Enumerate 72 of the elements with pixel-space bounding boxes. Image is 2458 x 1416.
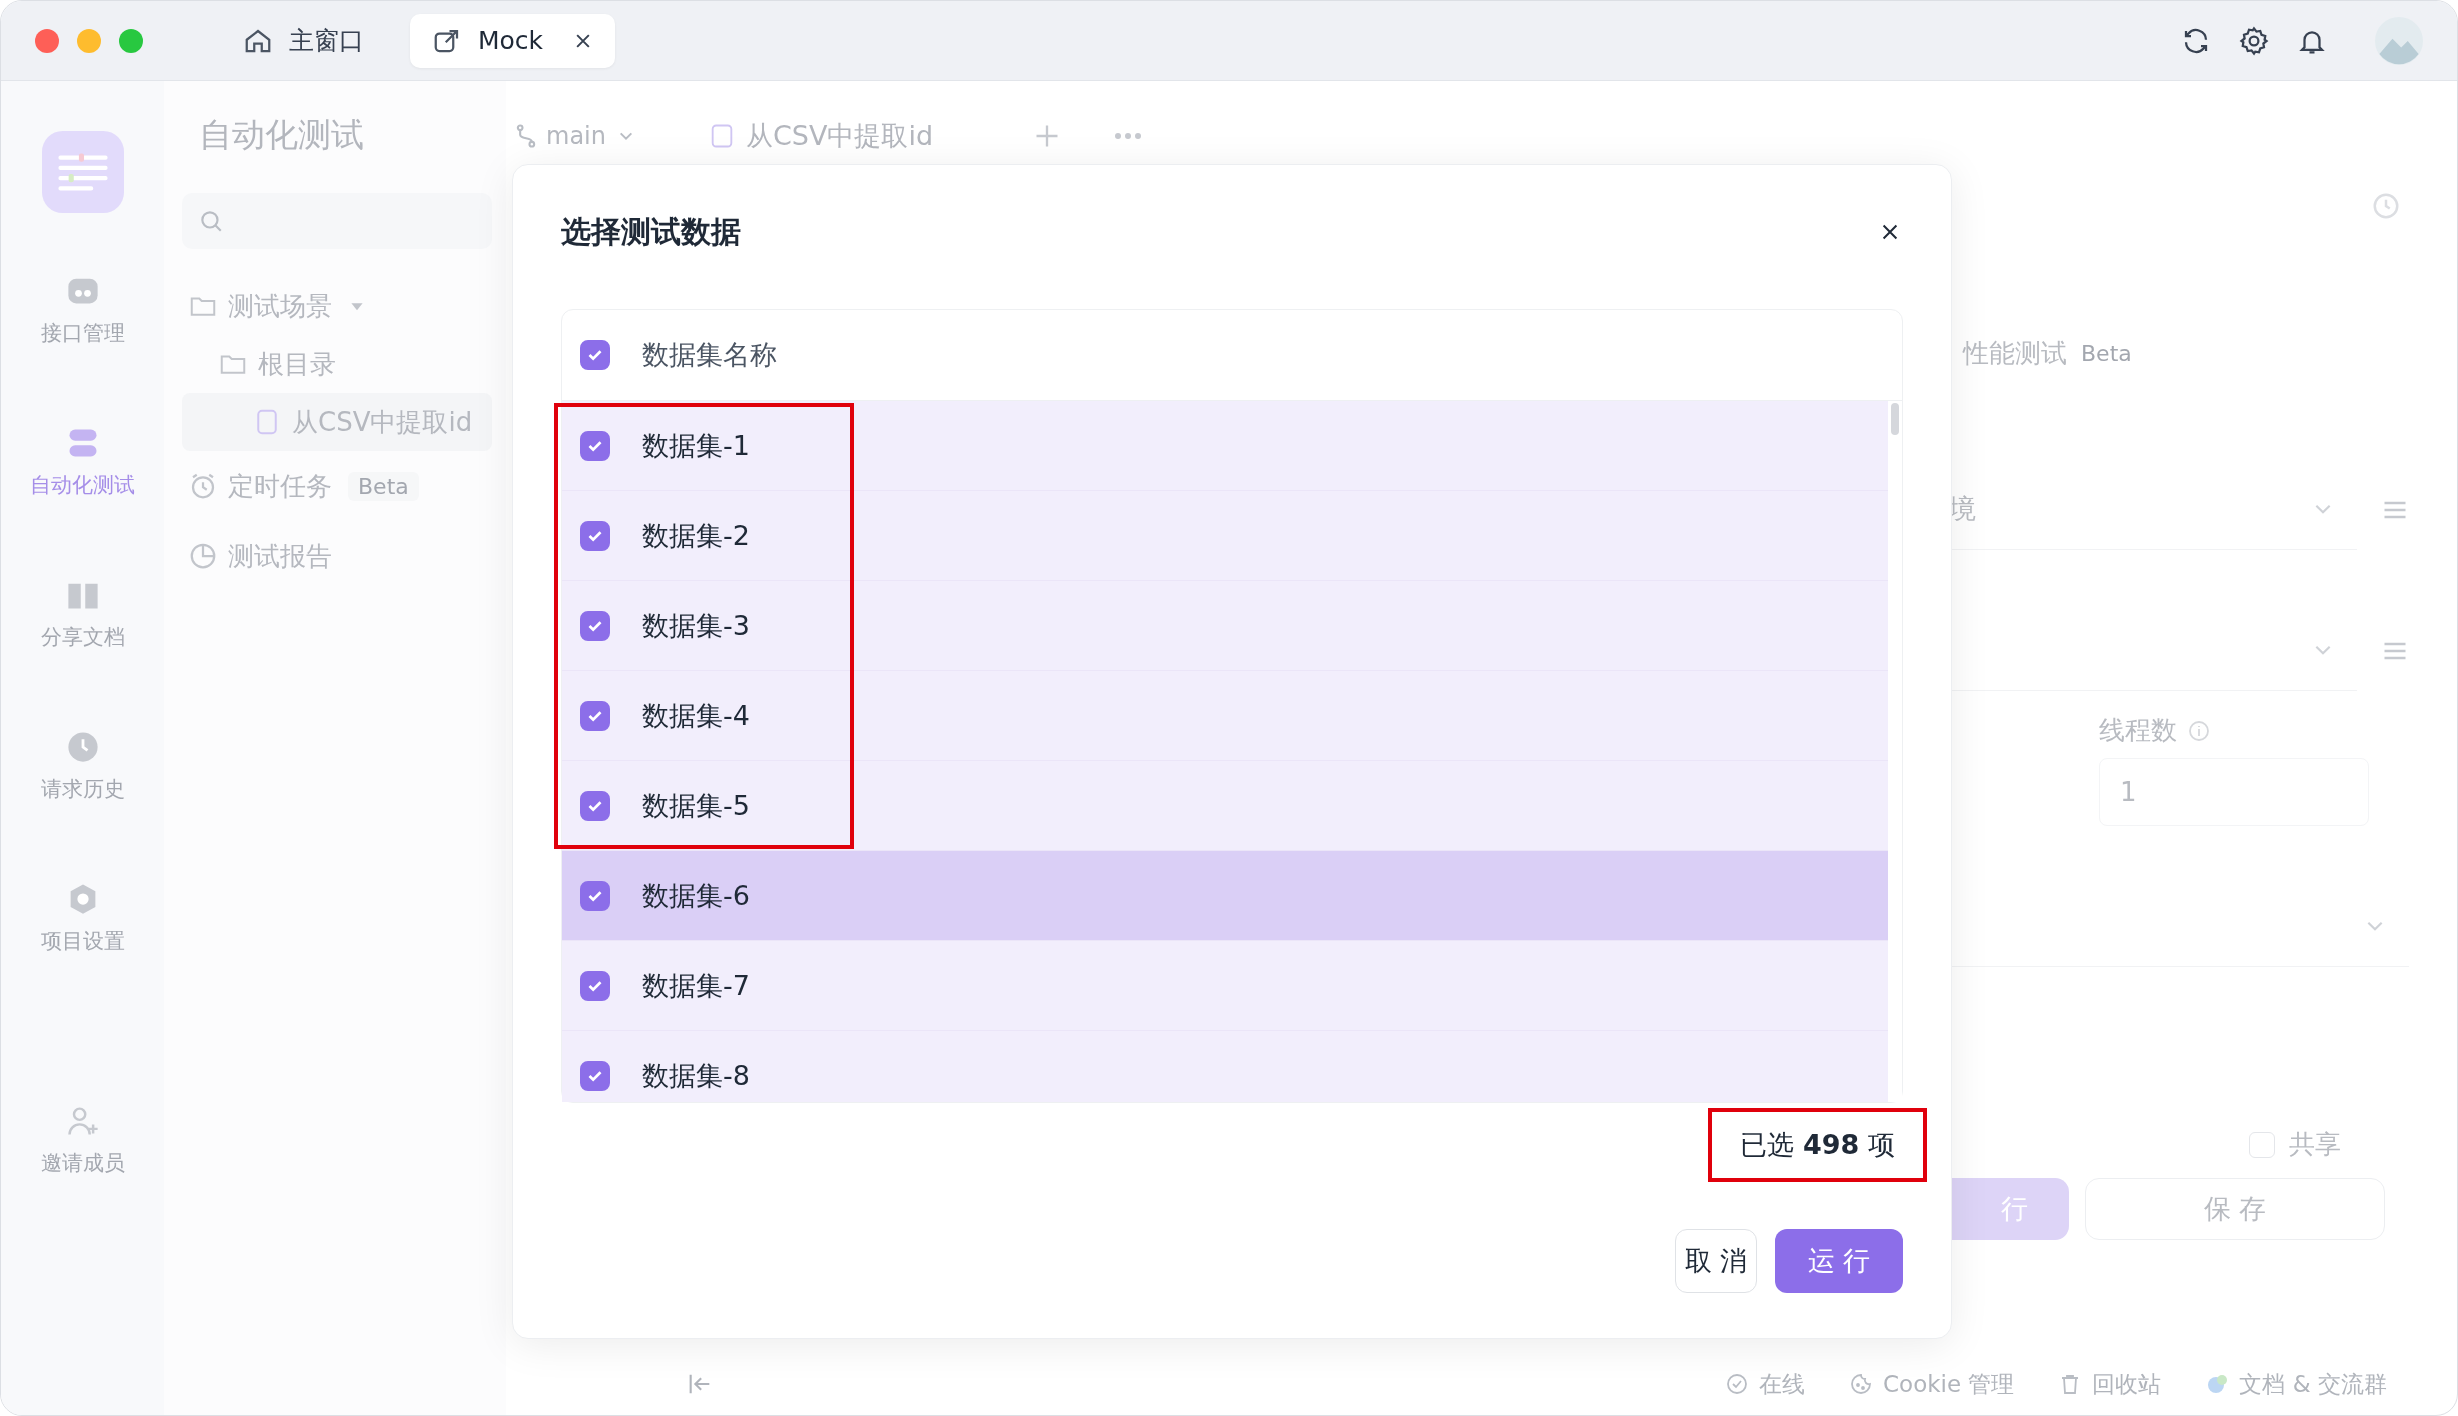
tree-folder-item[interactable]: 根目录 — [182, 335, 492, 393]
row-checkbox[interactable] — [580, 790, 610, 821]
row-label: 数据集-5 — [642, 788, 750, 823]
table-row[interactable]: 数据集-3 — [562, 581, 1888, 671]
dialog-title: 选择测试数据 — [561, 212, 741, 251]
settings-icon[interactable] — [2239, 25, 2269, 56]
table-row[interactable]: 数据集-1 — [562, 401, 1888, 491]
window-tab[interactable]: Mock — [410, 13, 616, 68]
select-all-checkbox[interactable] — [580, 340, 610, 370]
thread-count-field[interactable]: 1 — [2099, 758, 2369, 826]
rail-nav-item[interactable]: 接口管理 — [40, 273, 125, 347]
sidebar-nav-item[interactable]: 测试报告 — [182, 521, 492, 591]
tree-folder-item[interactable]: 测试场景 — [182, 277, 492, 335]
branch-selector[interactable]: main — [512, 122, 634, 150]
row-label: 数据集-6 — [642, 878, 750, 913]
window-tab[interactable]: 主窗口 — [221, 13, 386, 68]
cancel-button[interactable]: 取 消 — [1675, 1229, 1757, 1293]
selected-count: 已选 498 项 — [1740, 1128, 1895, 1162]
row-checkbox[interactable] — [580, 1060, 610, 1091]
row-checkbox[interactable] — [580, 610, 610, 641]
sidebar-nav-item[interactable]: 定时任务 Beta — [182, 451, 492, 521]
search-icon — [198, 208, 224, 234]
editor-tab[interactable]: 从CSV中提取id — [707, 118, 934, 154]
beta-label: Beta — [2081, 341, 2132, 366]
row-label: 数据集-2 — [642, 518, 750, 553]
row-label: 数据集-3 — [642, 608, 750, 643]
search-field[interactable] — [182, 193, 492, 249]
checkbox-label: 共享 — [2289, 1128, 2341, 1161]
status-bar-item[interactable]: 文档 & 交流群 — [2205, 1368, 2387, 1400]
column-header: 数据集名称 — [642, 338, 777, 372]
table-row[interactable]: 数据集-6 — [562, 851, 1888, 941]
check-circle-icon — [1725, 1372, 1750, 1396]
row-checkbox[interactable] — [580, 880, 610, 911]
table-row[interactable]: 数据集-4 — [562, 671, 1888, 761]
row-label: 数据集-1 — [642, 428, 750, 463]
row-checkbox[interactable] — [580, 430, 610, 461]
rail-nav-item[interactable]: 请求历史 — [40, 729, 125, 803]
row-checkbox[interactable] — [580, 970, 610, 1001]
minimize-window-button[interactable] — [77, 28, 101, 53]
table-row[interactable]: 数据集-5 — [562, 761, 1888, 851]
close-window-button[interactable] — [35, 28, 59, 53]
history-icon[interactable] — [2371, 191, 2401, 221]
more-icon[interactable] — [1113, 131, 1144, 141]
share-checkbox[interactable] — [2249, 1131, 2275, 1158]
maximize-window-button[interactable] — [119, 28, 143, 53]
info-icon[interactable] — [2187, 718, 2211, 743]
beta-tag: Beta — [348, 471, 419, 501]
status-bar-item[interactable]: 在线 — [1725, 1368, 1806, 1400]
section-title: 自动化测试 — [199, 114, 365, 156]
row-label: 数据集-7 — [642, 968, 750, 1003]
invite-members-button[interactable]: 邀请成员 — [40, 1103, 125, 1177]
tree-file-item[interactable]: 从CSV中提取id — [182, 393, 492, 451]
run-button[interactable]: 运 行 — [1775, 1229, 1903, 1293]
rail-nav-item[interactable]: 自动化测试 — [30, 425, 135, 499]
user-avatar[interactable] — [2375, 16, 2423, 65]
field-label: 线程数 — [2099, 714, 2177, 747]
table-row[interactable]: 数据集-2 — [562, 491, 1888, 581]
status-bar-item[interactable]: 回收站 — [2058, 1368, 2162, 1400]
status-bar-item[interactable]: Cookie 管理 — [1849, 1368, 2015, 1400]
row-checkbox[interactable] — [580, 700, 610, 731]
scrollbar-thumb[interactable] — [1891, 403, 1899, 435]
row-label: 数据集-8 — [642, 1058, 750, 1093]
pie-chart-icon — [188, 541, 218, 571]
row-checkbox[interactable] — [580, 520, 610, 551]
row-label: 数据集-4 — [642, 698, 750, 733]
save-button[interactable]: 保 存 — [2085, 1178, 2385, 1240]
rail-nav-item[interactable]: 分享文档 — [40, 577, 125, 651]
table-row[interactable]: 数据集-7 — [562, 941, 1888, 1031]
tab-label[interactable]: 性能测试 — [1963, 336, 2067, 371]
rail-nav-item[interactable]: 项目设置 — [40, 881, 125, 955]
cookie-icon — [1849, 1372, 1874, 1396]
table-row[interactable]: 数据集-8 — [562, 1031, 1888, 1102]
